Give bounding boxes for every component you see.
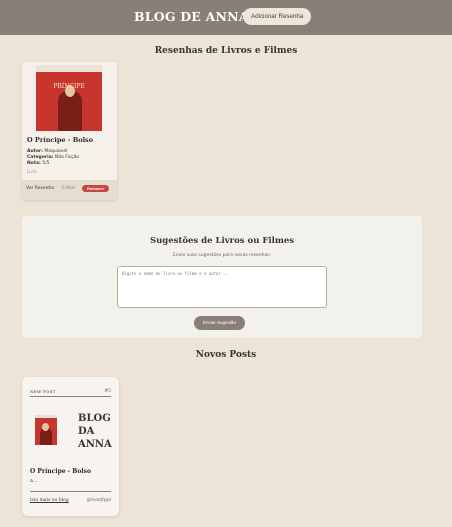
- rating-value: 5/5: [42, 161, 50, 166]
- book-cover-title: PRÍNCIPE: [53, 83, 85, 90]
- post-title: O Príncipe - Bolso: [30, 468, 91, 475]
- post-handle: @leanfippi: [86, 498, 111, 503]
- review-type: Livro: [27, 169, 37, 174]
- review-title: O Príncipe - Bolso: [27, 136, 94, 144]
- review-actions: Ver Resenha Editar Remover: [22, 180, 117, 200]
- post-label: NEW POST: [30, 389, 56, 394]
- suggestions-subtitle: Envie suas sugestões para novas resenhas…: [172, 253, 272, 258]
- suggestions-panel: Sugestões de Livros ou Filmes Envie suas…: [22, 216, 422, 338]
- blog-brand[interactable]: BLOG DE ANNA: [134, 9, 249, 24]
- suggestion-textarea[interactable]: [117, 266, 327, 308]
- edit-review-link[interactable]: Editar: [62, 186, 75, 191]
- send-suggestion-button[interactable]: Enviar Sugestão: [194, 316, 246, 330]
- reviews-section-title: Resenhas de Livros e Filmes: [154, 46, 298, 56]
- read-more-link[interactable]: leia mais no blog: [30, 498, 69, 503]
- post-card[interactable]: NEW POST #5 BLOG DA ANNA O Príncipe - Bo…: [22, 377, 119, 516]
- post-brand-line: DA: [78, 426, 95, 437]
- top-header: BLOG DE ANNA Adicionar Resenha: [0, 0, 452, 35]
- post-brand-line: BLOG: [78, 413, 111, 424]
- posts-section-title: Novos Posts: [195, 350, 257, 360]
- category-label: Categoria:: [27, 155, 54, 160]
- post-brand: BLOG DA ANNA: [78, 412, 114, 451]
- divider: [30, 491, 111, 492]
- view-review-link[interactable]: Ver Resenha: [26, 186, 54, 191]
- post-excerpt: a...: [30, 479, 38, 484]
- add-review-button[interactable]: Adicionar Resenha: [243, 8, 312, 25]
- suggestions-title: Sugestões de Livros ou Filmes: [149, 236, 295, 246]
- book-cover-image: PRÍNCIPE: [36, 65, 102, 131]
- post-number: #5: [104, 389, 111, 394]
- author-value: Maquiavel: [44, 149, 68, 154]
- review-card: PRÍNCIPE O Príncipe - Bolso Autor: Maqui…: [22, 62, 117, 200]
- author-label: Autor:: [27, 149, 43, 154]
- review-meta: Autor: Maquiavel Categoria: Não Ficção N…: [27, 149, 115, 167]
- remove-review-button[interactable]: Remover: [82, 185, 110, 192]
- category-value: Não Ficção: [54, 155, 80, 160]
- post-thumbnail-image: [35, 415, 57, 445]
- post-brand-line: ANNA: [78, 439, 112, 450]
- divider: [30, 396, 111, 397]
- rating-label: Nota:: [27, 161, 41, 166]
